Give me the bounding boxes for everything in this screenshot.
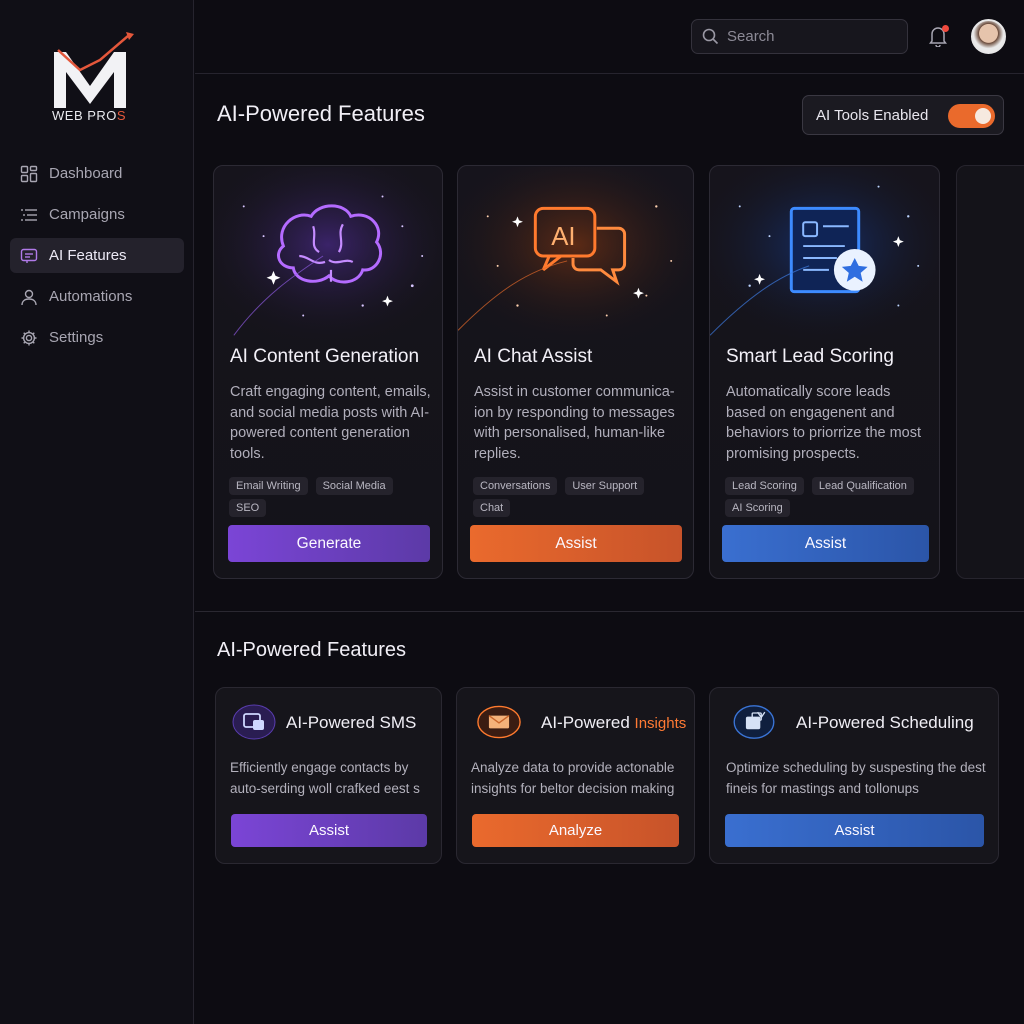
mini-card-sms: AI-Powered SMS Efficiently engage contac… (215, 687, 442, 864)
user-icon (20, 288, 38, 306)
section-title: AI-Powered Features (217, 639, 406, 661)
mini-card-insights: AI-Powered Insights Analyze data to prov… (456, 687, 695, 864)
tag[interactable]: Conversations (473, 477, 558, 495)
mini-card-title: AI-Powered SMS (286, 713, 417, 732)
svg-text:AI: AI (551, 223, 575, 251)
card-title: AI Chat Assist (474, 346, 593, 367)
assist-button[interactable]: Assist (231, 814, 427, 847)
sms-icon (232, 704, 276, 740)
avatar[interactable] (971, 19, 1006, 54)
lead-card-star-icon (710, 166, 939, 341)
tag-list: Email Writing Social Media SEO (229, 477, 432, 517)
mini-card-scheduling: AI-Powered Scheduling Optimize schedulin… (709, 687, 999, 864)
tag[interactable]: Chat (473, 499, 511, 517)
generate-button[interactable]: Generate (228, 525, 430, 562)
chat-screen-icon (20, 247, 38, 265)
tag-list: Lead Scoring Lead Qualification AI Scori… (725, 477, 929, 517)
tag[interactable]: Lead Qualification (811, 477, 914, 495)
list-icon (20, 206, 38, 224)
ai-tools-toggle-box[interactable]: AI Tools Enabled (802, 95, 1004, 135)
sidebar-item-automations[interactable]: Automations (10, 279, 184, 314)
sidebar-item-label: Automations (49, 288, 133, 305)
search-input[interactable] (727, 28, 897, 45)
tag[interactable]: SEO (229, 499, 267, 517)
brand-name: WEB PROS (52, 108, 127, 123)
feature-card-chat-assist: AI AI Chat Assist Assist in customer com… (457, 165, 694, 579)
ai-chat-bubble-icon: AI (458, 166, 693, 341)
sidebar-nav: Dashboard Campaigns AI Features Automati… (10, 156, 184, 361)
assist-button[interactable]: Assist (725, 814, 984, 847)
tag[interactable]: Social Media (315, 477, 393, 495)
mini-card-description: Analyze data to provide actonable insigh… (471, 760, 675, 796)
notification-dot (942, 25, 949, 32)
assist-button[interactable]: Assist (722, 525, 929, 562)
sidebar-item-settings[interactable]: Settings (10, 320, 184, 355)
tag[interactable]: Email Writing (229, 477, 308, 495)
ai-tools-switch[interactable] (948, 104, 995, 128)
section-divider (195, 611, 1024, 612)
card-title: Smart Lead Scoring (726, 346, 894, 367)
top-bar (195, 0, 1024, 74)
card-description: Automatically score leads based on engag… (726, 384, 922, 463)
feature-card-partial (956, 165, 1024, 579)
feature-card-lead-scoring: Smart Lead Scoring Automatically score l… (709, 165, 940, 579)
search-box[interactable] (691, 19, 908, 54)
brain-icon (214, 166, 442, 341)
page-title: AI-Powered Features (217, 101, 425, 126)
sidebar-item-ai-features[interactable]: AI Features (10, 238, 184, 273)
card-description: Assist in customer communica-ion by resp… (474, 384, 675, 463)
gear-icon (20, 329, 38, 347)
mail-insight-icon (477, 705, 521, 739)
tag[interactable]: AI Scoring (725, 499, 790, 517)
toggle-label: AI Tools Enabled (816, 106, 929, 124)
sidebar-item-dashboard[interactable]: Dashboard (10, 156, 184, 191)
tag[interactable]: Lead Scoring (725, 477, 804, 495)
mini-card-description: Efficiently engage contacts by auto-serd… (230, 760, 420, 796)
tag-list: Conversations User Support Chat (473, 477, 683, 517)
sidebar: WEB PROS Dashboard Campaigns AI Features… (0, 0, 194, 1024)
card-title: AI Content Generation (230, 346, 420, 367)
search-icon (702, 28, 719, 45)
assist-button[interactable]: Assist (470, 525, 682, 562)
sidebar-item-label: AI Features (49, 247, 127, 264)
notification-bell-icon[interactable] (928, 25, 950, 48)
mini-card-description: Optimize scheduling by suspesting the de… (726, 760, 986, 796)
card-description: Craft engaging content, emails, and soci… (230, 384, 431, 463)
sidebar-item-label: Dashboard (49, 165, 123, 182)
mini-card-title: AI-Powered Scheduling (796, 713, 974, 732)
analyze-button[interactable]: Analyze (472, 814, 679, 847)
grid-icon (20, 165, 38, 183)
schedule-icon (733, 705, 775, 739)
mini-card-title: AI-Powered Insights (541, 713, 687, 732)
switch-knob (975, 108, 991, 124)
sidebar-item-label: Settings (49, 329, 104, 346)
sidebar-item-label: Campaigns (49, 206, 125, 223)
sidebar-item-campaigns[interactable]: Campaigns (10, 197, 184, 232)
tag[interactable]: User Support (565, 477, 645, 495)
feature-card-content-generation: AI Content Generation Craft engaging con… (213, 165, 443, 579)
